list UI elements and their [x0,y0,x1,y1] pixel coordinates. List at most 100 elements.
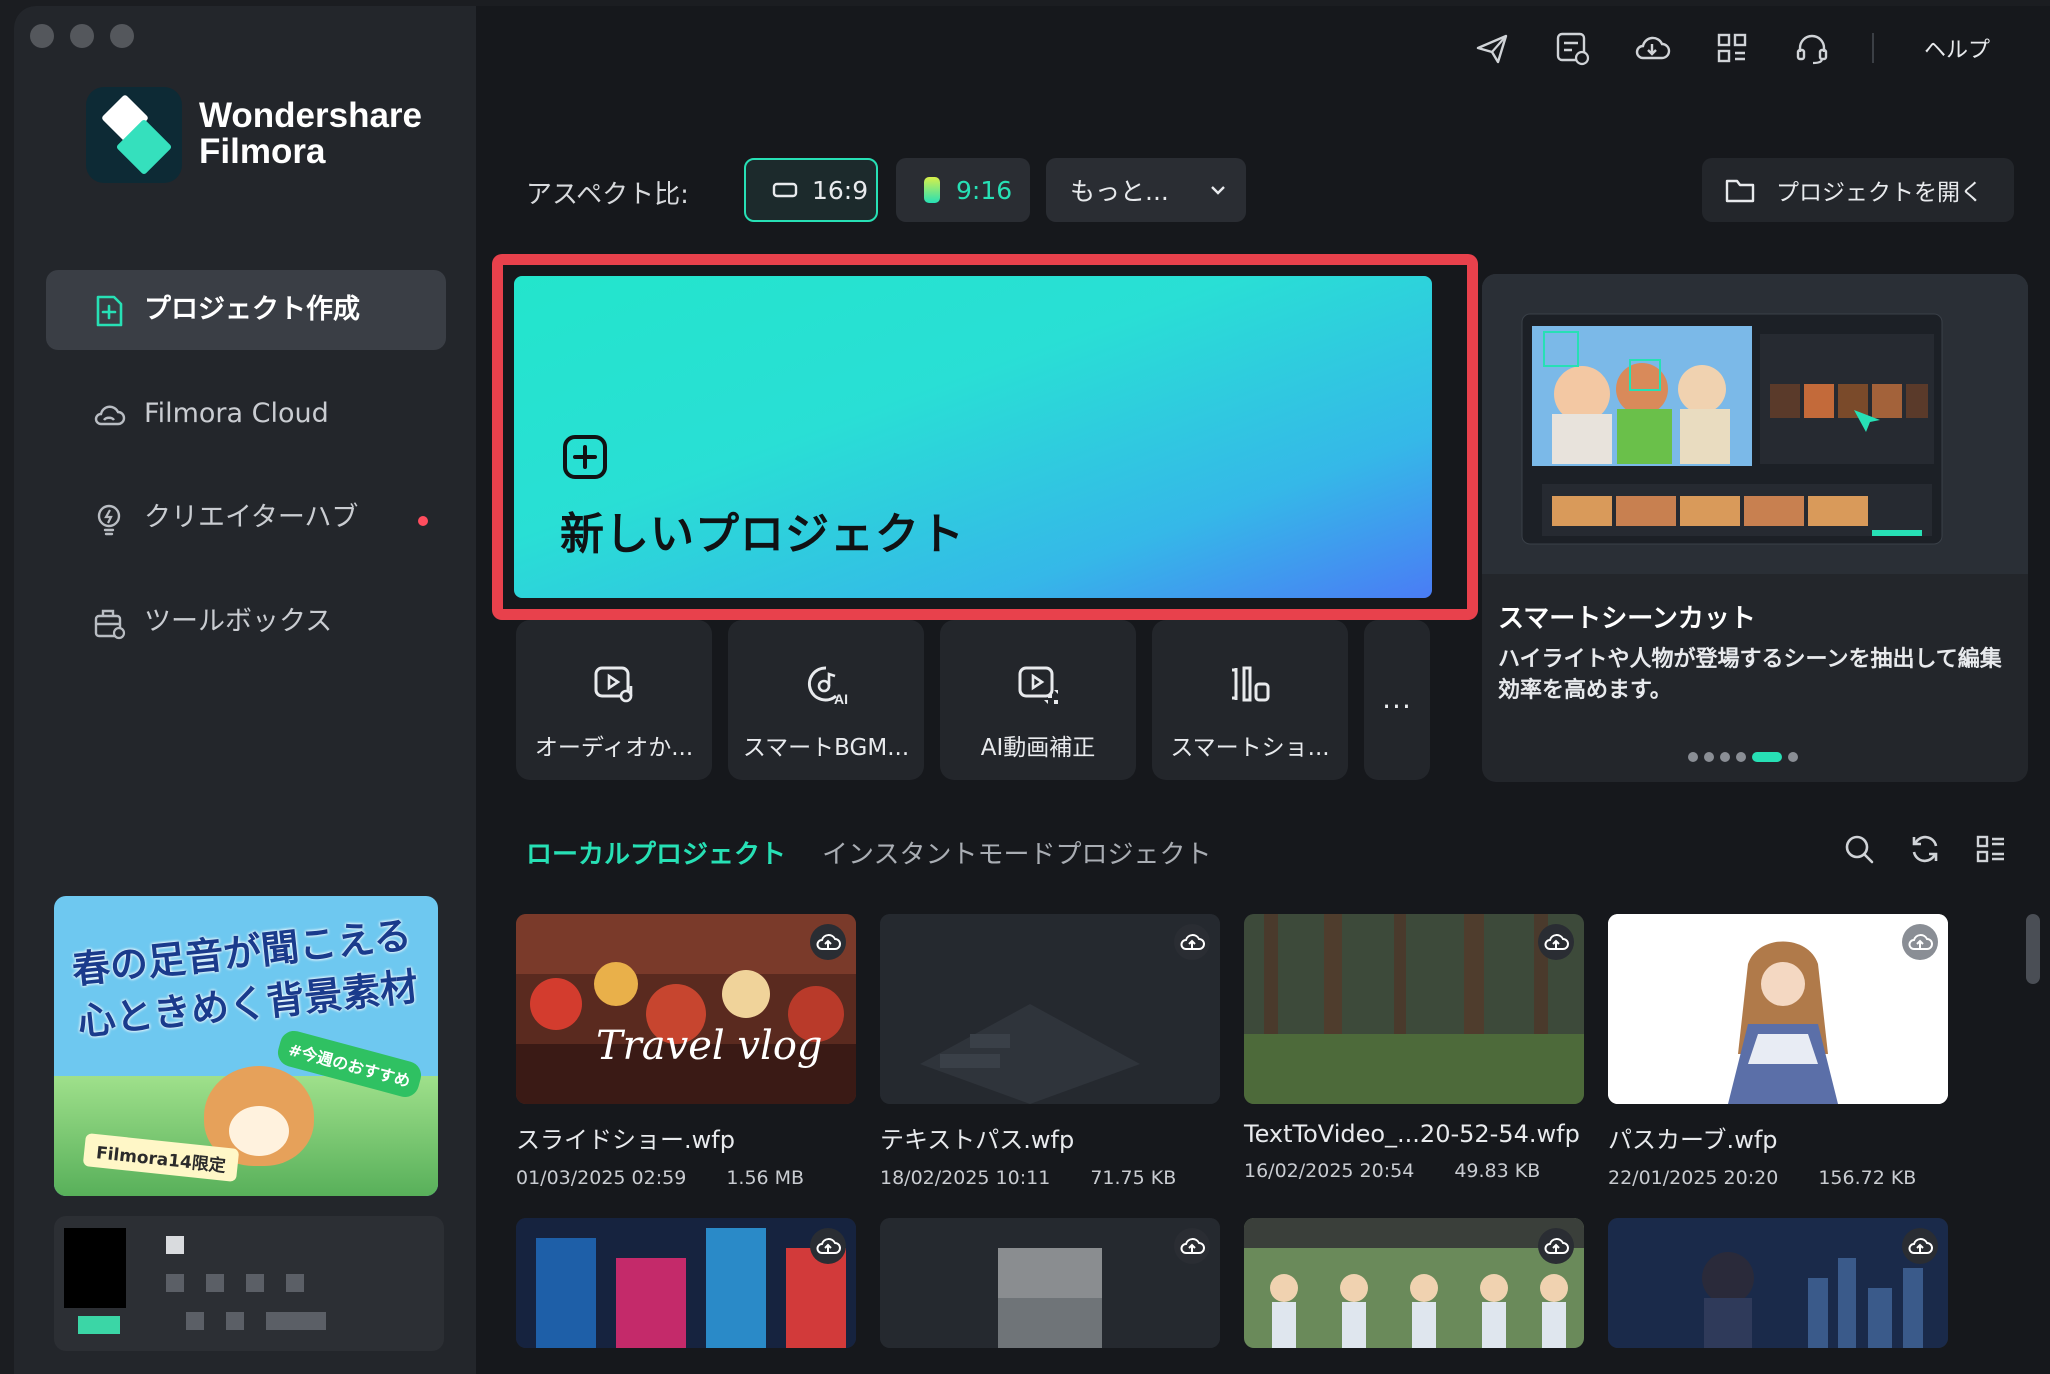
search-icon[interactable] [1842,832,1876,866]
cloud-upload-icon[interactable] [1538,1228,1574,1264]
toolbar-divider [1871,33,1874,63]
tool-label: スマートショ... [1170,735,1330,761]
project-name: パスカーブ.wfp [1608,1126,1778,1154]
project-card[interactable]: パスカーブ.wfp 22/01/2025 20:20 156.72 KB [1608,914,1948,1189]
cloud-upload-icon[interactable] [810,1228,846,1264]
sidebar-item-label: ツールボックス [144,606,333,637]
grid-icon[interactable] [1712,28,1752,68]
project-thumbnail: Travel vlog [516,914,856,1104]
aspect-option-label: もっと... [1070,177,1169,206]
window-controls [30,24,134,48]
tool-label: AI動画補正 [980,735,1096,761]
cloud-upload-icon[interactable] [1538,924,1574,960]
chevron-down-icon [1210,186,1225,195]
project-card[interactable]: Travel vlog スライドショー.wfp 01/03/2025 02:59… [516,914,856,1189]
avatar [64,1228,126,1308]
cloud-upload-icon[interactable] [1174,924,1210,960]
project-name: TextToVideo_...20-52-54.wfp [1244,1120,1580,1148]
audio-video-icon [594,666,633,703]
list-toolbar [1842,832,2008,866]
sidebar-item-toolbox[interactable]: ツールボックス [46,582,446,662]
cloud-icon [94,405,126,426]
app-window: Wondershare Filmora プロジェクト作成 Filmora Clo… [14,6,2050,1374]
minimize-window-button[interactable] [70,24,94,48]
feature-carousel[interactable]: スマートシーンカット ハイライトや人物が登場するシーンを抽出して編集効率を高めま… [1482,274,2028,782]
project-date: 18/02/2025 10:11 [880,1167,1051,1189]
carousel-dot[interactable] [1736,752,1746,762]
project-date: 01/03/2025 02:59 [516,1167,687,1189]
project-size: 71.75 KB [1090,1167,1177,1189]
cloud-upload-icon[interactable] [1902,1228,1938,1264]
tool-smart-bgm[interactable]: AI スマートBGM... [728,620,924,780]
sidebar: Wondershare Filmora プロジェクト作成 Filmora Clo… [14,6,476,1374]
list-view-icon[interactable] [1974,832,2008,866]
project-thumbnail [880,914,1220,1104]
project-thumbnail [1244,914,1584,1104]
open-project-button[interactable]: プロジェクトを開く [1702,158,2014,222]
project-card[interactable] [516,1218,856,1348]
zoom-window-button[interactable] [110,24,134,48]
promo-title: 春の足音が聞こえる 心ときめく背景素材 [69,912,421,1045]
promo-banner[interactable]: 春の足音が聞こえる 心ときめく背景素材 #今週のおすすめ Filmora14限定 [54,896,438,1196]
filmora-logo-icon [86,87,182,183]
tool-smart-short[interactable]: スマートショ... [1152,620,1348,780]
sidebar-item-filmora-cloud[interactable]: Filmora Cloud [46,374,446,454]
brand-line2: Filmora [199,132,326,171]
account-panel[interactable] [54,1216,444,1351]
aspect-option-label: 9:16 [956,175,1013,205]
project-date: 22/01/2025 20:20 [1608,1167,1779,1189]
new-project-icon [96,295,123,327]
project-card[interactable]: TextToVideo_...20-52-54.wfp 16/02/2025 2… [1244,914,1584,1182]
brand-name: Wondershare Filmora [199,98,422,170]
new-project-button[interactable]: 新しいプロジェクト [514,276,1432,598]
tool-ai-video-enhance[interactable]: AI動画補正 [940,620,1136,780]
aspect-more-dropdown[interactable]: もっと... [1046,158,1246,222]
aspect-9-16-button[interactable]: 9:16 [896,158,1030,222]
cloud-upload-icon[interactable] [810,924,846,960]
tab-local-projects[interactable]: ローカルプロジェクト [526,834,786,871]
projects-scrollbar[interactable] [2026,914,2040,984]
sidebar-item-create-project[interactable]: プロジェクト作成 [46,270,446,350]
send-icon[interactable] [1472,28,1512,68]
sidebar-item-label: プロジェクト作成 [144,294,360,325]
tools-more-button[interactable]: ... [1364,620,1430,780]
plan-badge [78,1316,120,1334]
cloud-download-icon[interactable] [1632,28,1672,68]
feedback-icon[interactable] [1552,28,1592,68]
tool-label: オーディオか... [534,735,694,761]
project-card[interactable] [1244,1218,1584,1348]
carousel-dot-active[interactable] [1752,752,1782,762]
landscape-icon [772,182,798,198]
carousel-dot[interactable] [1688,752,1698,762]
sidebar-item-label: クリエイターハブ [144,502,359,533]
brand-line1: Wondershare [199,96,423,135]
cloud-upload-icon[interactable] [1902,924,1938,960]
ai-enhance-icon [1018,666,1058,704]
project-name: テキストパス.wfp [880,1126,1075,1154]
aspect-16-9-button[interactable]: 16:9 [744,158,878,222]
tab-instant-mode-projects[interactable]: インスタントモードプロジェクト [822,834,1211,871]
toolbox-icon [94,609,126,640]
project-name: スライドショー.wfp [516,1126,735,1154]
help-menu[interactable]: ヘルプ [1924,32,1990,64]
project-card[interactable]: テキストパス.wfp 18/02/2025 10:11 71.75 KB [880,914,1220,1189]
project-size: 156.72 KB [1818,1167,1917,1189]
tool-audio-to-video[interactable]: オーディオか... [516,620,712,780]
smart-short-icon [1232,666,1270,702]
carousel-dot[interactable] [1720,752,1730,762]
support-headset-icon[interactable] [1792,28,1832,68]
close-window-button[interactable] [30,24,54,48]
carousel-dots[interactable] [1688,752,1798,762]
new-project-title: 新しいプロジェクト [560,509,965,560]
refresh-icon[interactable] [1908,832,1942,866]
carousel-dot[interactable] [1704,752,1714,762]
feature-preview-image [1482,274,2028,574]
feature-title: スマートシーンカット [1498,604,1756,634]
carousel-dot[interactable] [1788,752,1798,762]
project-card[interactable] [1608,1218,1948,1348]
sidebar-item-creator-hub[interactable]: クリエイターハブ [46,478,446,558]
aspect-ratio-label: アスペクト比: [526,180,689,210]
portrait-icon [924,177,940,203]
project-card[interactable] [880,1218,1220,1348]
cloud-upload-icon[interactable] [1174,1228,1210,1264]
